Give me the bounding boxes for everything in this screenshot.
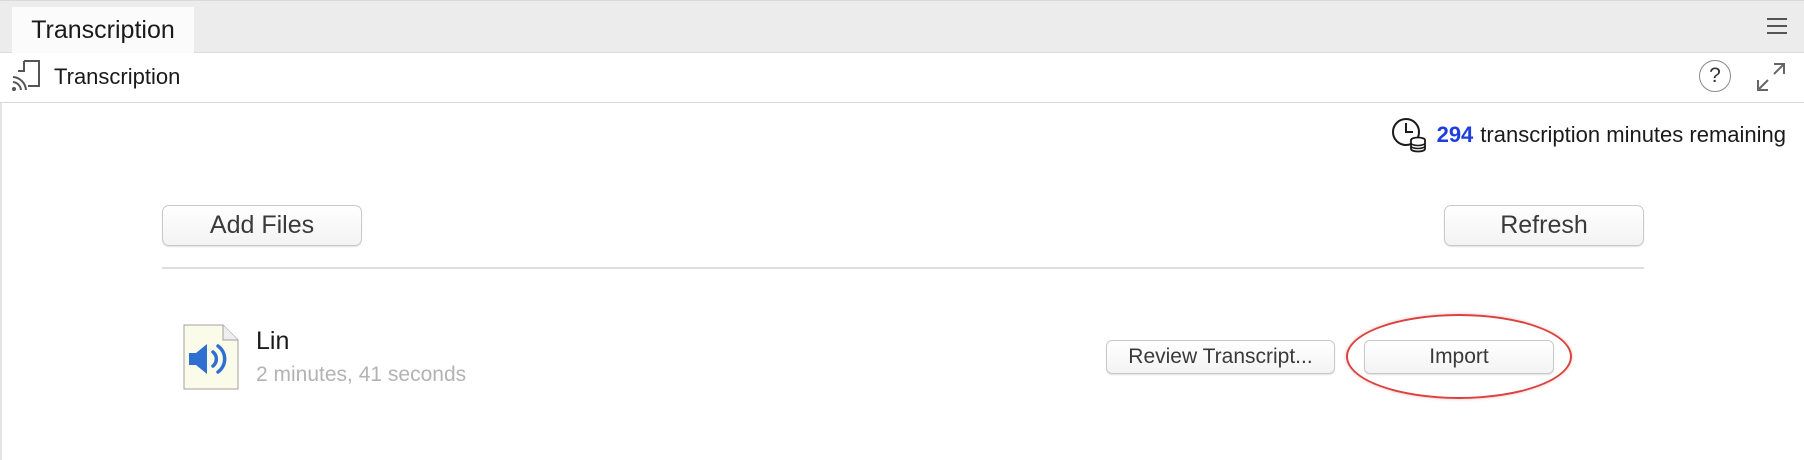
file-duration: 2 minutes, 41 seconds (256, 363, 467, 386)
review-transcript-button[interactable]: Review Transcript... (1106, 340, 1335, 374)
tab-bar: Transcription (0, 0, 1804, 54)
divider (162, 267, 1644, 269)
clock-coins-icon (1391, 118, 1426, 153)
minutes-label: transcription minutes remaining (1480, 122, 1786, 147)
panel-title: Transcription (54, 64, 181, 89)
audio-file-icon (183, 324, 239, 390)
minutes-remaining: 294 transcription minutes remaining (1391, 118, 1786, 153)
left-border (0, 103, 2, 460)
transcription-cast-icon (12, 60, 40, 91)
file-name: Lin (256, 327, 290, 355)
hamburger-menu-icon[interactable] (1767, 18, 1787, 36)
help-button[interactable]: ? (1699, 60, 1731, 92)
panel-header: Transcription ? (0, 53, 1804, 103)
tab-transcription[interactable]: Transcription (12, 7, 194, 54)
add-files-button[interactable]: Add Files (162, 205, 362, 246)
highlight-ellipse (1346, 314, 1572, 399)
minutes-count: 294 (1436, 122, 1474, 147)
expand-icon[interactable] (1756, 62, 1786, 92)
refresh-button[interactable]: Refresh (1444, 205, 1644, 246)
